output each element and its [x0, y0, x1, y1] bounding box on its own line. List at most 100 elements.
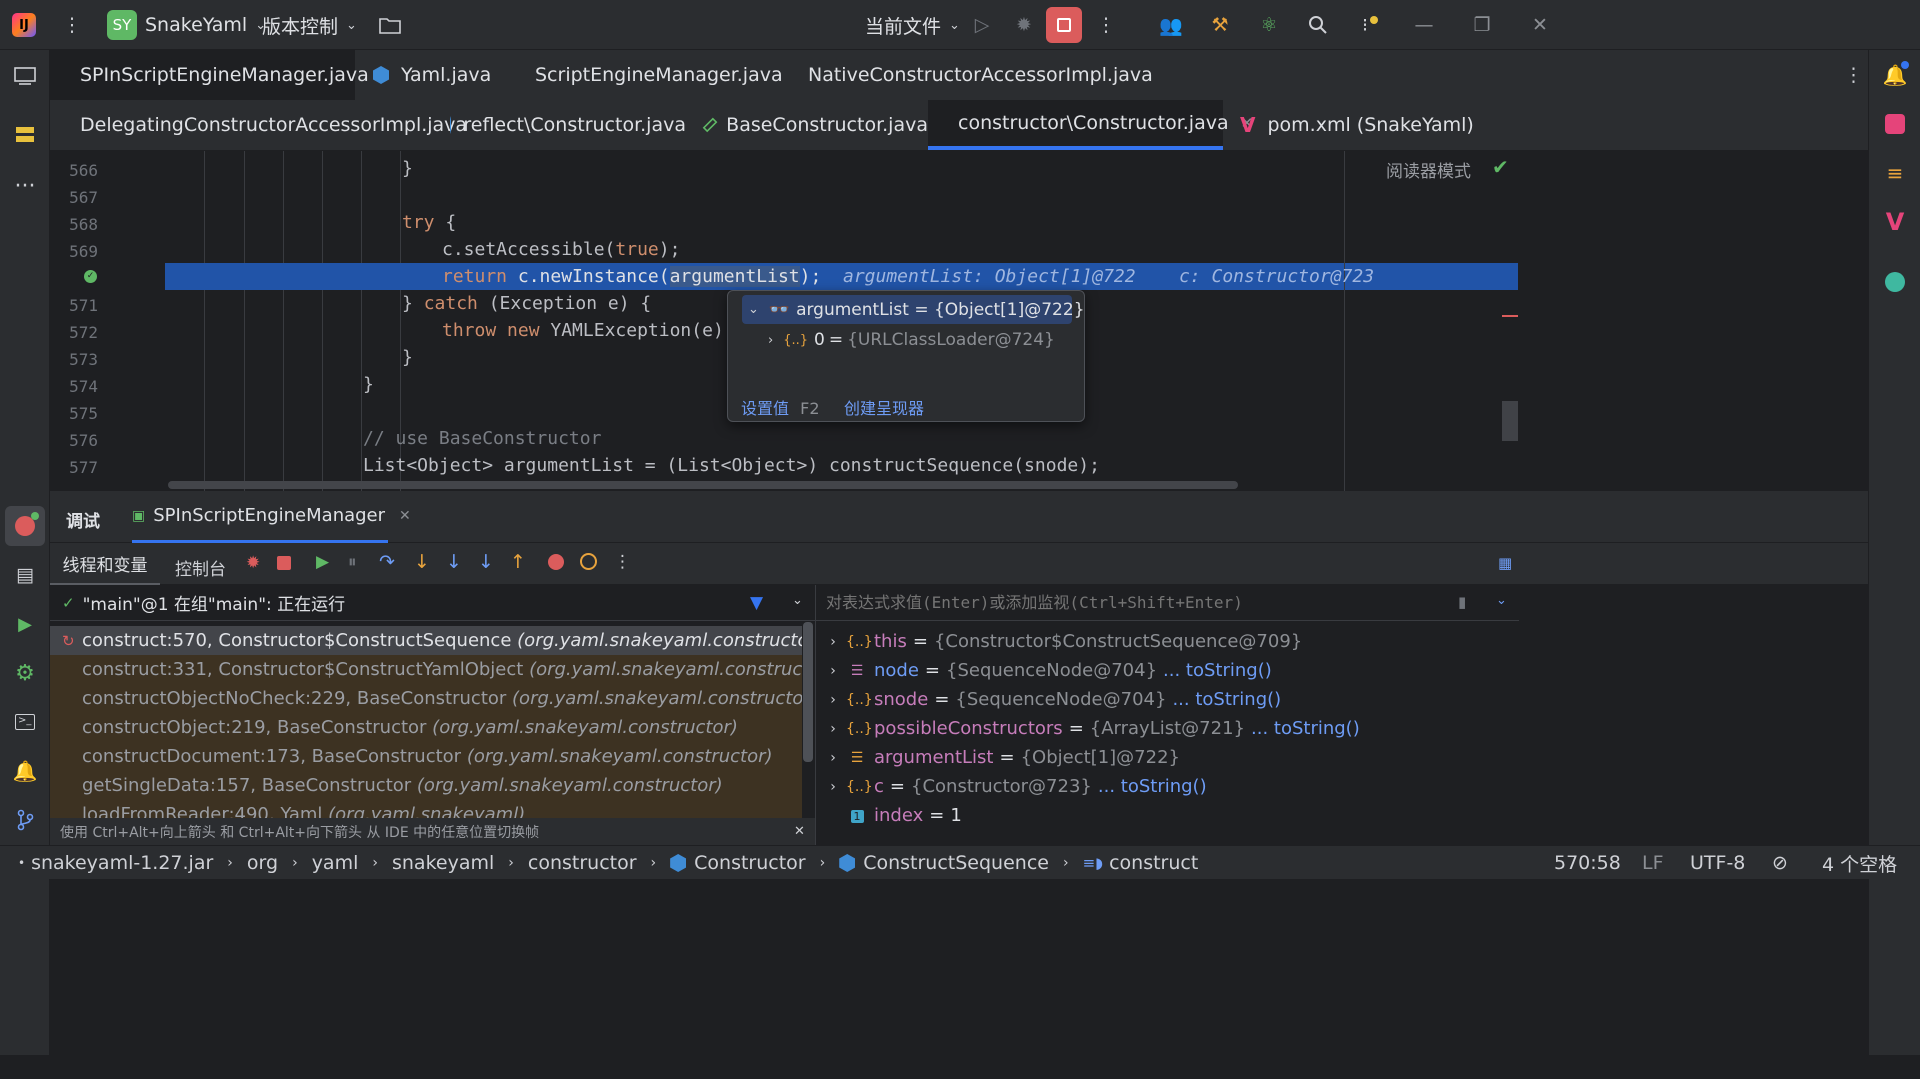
evaluate-expression-field[interactable]: ▮ ⌄ — [816, 585, 1519, 621]
chevron-right-icon[interactable]: › — [820, 779, 846, 795]
variable-row[interactable]: › ☰ argumentList = {Object[1]@722} — [820, 743, 1180, 772]
project-view-icon[interactable] — [5, 56, 45, 96]
stack-frame[interactable]: loadFromReader:490, Yaml (org.yaml.snake… — [50, 800, 802, 818]
breakpoint-hit-icon[interactable]: ✓ — [84, 270, 97, 283]
debug-icon[interactable]: ✹ — [1012, 0, 1036, 50]
tab-console[interactable]: 控制台 — [175, 555, 226, 580]
chevron-right-icon[interactable]: › — [820, 634, 846, 650]
database-icon[interactable]: ≡ — [1875, 153, 1915, 193]
inspection-ok-icon[interactable]: ✔ — [1492, 155, 1509, 179]
services-icon[interactable]: ▤ — [5, 555, 45, 595]
value-tooltip-popup[interactable]: ⌄ 👓 argumentList = {Object[1]@722} › {..… — [727, 290, 1085, 422]
readonly-toggle-icon[interactable]: ⊘ — [1772, 846, 1788, 880]
file-encoding[interactable]: UTF-8 — [1690, 846, 1745, 880]
var-tostring-link[interactable]: ... toString() — [1163, 660, 1272, 681]
tab-baseconstructor[interactable]: BaseConstructor.java — [688, 100, 928, 150]
line-separator[interactable]: LF — [1642, 846, 1664, 880]
notifications-icon[interactable]: 🔔 — [1875, 55, 1915, 95]
set-value-link[interactable]: 设置值 F2 — [741, 395, 820, 419]
bookmark-icon[interactable]: ▮ — [1458, 593, 1466, 611]
variable-row[interactable]: 1 index = 1 — [820, 801, 962, 830]
restore-icon[interactable]: ❐ — [1470, 0, 1494, 50]
tabs-more-icon[interactable]: ⋮ — [1840, 50, 1864, 100]
close-session-icon[interactable]: ✕ — [399, 508, 411, 524]
chevron-right-icon[interactable]: › — [820, 750, 846, 766]
popup-child-node[interactable]: › {..} 0 = {URLClassLoader@724} — [768, 327, 1055, 353]
folder-icon[interactable] — [377, 0, 403, 50]
main-menu-icon[interactable]: ⋮ — [60, 0, 84, 50]
scroll-thumb[interactable] — [1502, 401, 1518, 441]
debug-tool-icon[interactable] — [5, 506, 45, 546]
create-renderer-link[interactable]: 创建呈现器 — [844, 395, 924, 419]
chevron-down-icon[interactable]: ⌄ — [1496, 593, 1507, 608]
crumb-package[interactable]: constructor — [528, 852, 637, 874]
filter-icon[interactable]: ▼ — [750, 593, 763, 613]
stop-icon[interactable] — [277, 556, 291, 570]
tab-scriptenginemanager[interactable]: ScriptEngineManager.java — [505, 50, 783, 100]
tab-spinscriptenginemanager[interactable]: SPInScriptEngineManager.java — [50, 50, 369, 100]
search-icon[interactable] — [1306, 0, 1330, 50]
crumb-method[interactable]: construct — [1109, 852, 1198, 874]
variable-row[interactable]: › {..} this = {Constructor$ConstructSequence… — [820, 627, 1302, 656]
tab-pom-xml[interactable]: Vpom.xml (SnakeYaml) — [1222, 100, 1474, 150]
horizontal-scrollbar[interactable] — [168, 481, 1238, 489]
terminal-icon[interactable]: >_ — [5, 702, 45, 742]
reader-mode-toggle[interactable]: 阅读器模式 — [1386, 157, 1471, 182]
view-breakpoints-icon[interactable] — [548, 554, 564, 570]
tab-reflect-constructor[interactable]: reflect\Constructor.java — [432, 100, 686, 150]
smart-step-into-icon[interactable]: ↓ — [478, 551, 494, 573]
variable-row[interactable]: › ☰ node = {SequenceNode@704}... toString() — [820, 656, 1272, 685]
tab-debug-session[interactable]: ▣ SPInScriptEngineManager ✕ — [132, 491, 411, 543]
resume-icon[interactable]: ▶ — [316, 552, 329, 572]
close-window-icon[interactable]: ✕ — [1528, 0, 1552, 50]
layout-settings-icon[interactable]: ▦ — [1498, 554, 1512, 572]
run-tool-icon[interactable]: ▶ — [5, 604, 45, 644]
problems-icon[interactable]: 🔔 — [5, 751, 45, 791]
crumb-package[interactable]: snakeyaml — [392, 852, 494, 874]
more-debug-actions-icon[interactable]: ⋮ — [614, 552, 631, 572]
crumb-package[interactable]: org — [247, 852, 278, 874]
project-selector[interactable]: SY SnakeYaml ⌄ — [107, 0, 266, 50]
step-out-icon[interactable]: ↑ — [510, 551, 526, 573]
indent-setting[interactable]: 4 个空格 — [1822, 846, 1897, 880]
variable-row[interactable]: › {..} possibleConstructors = {ArrayList@721… — [820, 714, 1360, 743]
maven-icon[interactable]: V — [1875, 202, 1915, 242]
mute-breakpoints-icon[interactable] — [580, 553, 597, 570]
structure-icon[interactable] — [5, 115, 45, 155]
close-hint-icon[interactable]: ✕ — [794, 824, 805, 839]
run-icon[interactable]: ▷ — [970, 0, 994, 50]
variable-row[interactable]: › {..} c = {Constructor@723}... toString() — [820, 772, 1207, 801]
crumb-jar[interactable]: snakeyaml-1.27.jar — [31, 852, 213, 874]
more-tools-icon[interactable]: ··· — [5, 166, 45, 206]
settings-gear-icon[interactable]: ⚙ — [5, 653, 45, 693]
step-into-icon[interactable]: ↓ — [414, 551, 430, 573]
pane-divider[interactable] — [815, 585, 816, 847]
settings-dots-icon[interactable]: ⁝ — [1358, 0, 1382, 50]
thread-selector[interactable]: ✓ "main"@1 在组"main": 正在运行 ▼ ⌄ — [50, 585, 815, 621]
var-tostring-link[interactable]: ... toString() — [1098, 776, 1207, 797]
step-over-icon[interactable]: ↷ — [379, 551, 395, 573]
ai-assistant-icon[interactable]: ⚛ — [1256, 0, 1282, 50]
stack-frame[interactable]: getSingleData:157, BaseConstructor (org.… — [50, 771, 802, 800]
copilot-icon[interactable] — [1875, 262, 1915, 302]
run-config-selector[interactable]: 当前文件 ⌄ — [865, 0, 960, 50]
tab-yaml[interactable]: Yaml.java — [355, 50, 503, 100]
var-tostring-link[interactable]: ... toString() — [1251, 718, 1360, 739]
stack-frame[interactable]: construct:331, Constructor$ConstructYaml… — [50, 655, 802, 684]
var-tostring-link[interactable]: ... toString() — [1172, 689, 1281, 710]
git-icon[interactable] — [5, 800, 45, 840]
vcs-menu[interactable]: 版本控制 ⌄ — [262, 0, 357, 50]
frames-list[interactable]: ↻ construct:570, Constructor$ConstructSeq… — [50, 622, 815, 818]
more-actions-icon[interactable]: ⋮ — [1096, 0, 1116, 50]
crumb-package[interactable]: yaml — [312, 852, 359, 874]
bug-icon[interactable]: ✹ — [246, 553, 260, 573]
build-tools-icon[interactable]: ⚒ — [1207, 0, 1233, 50]
crumb-inner-class[interactable]: ConstructSequence — [863, 852, 1049, 874]
stack-frame[interactable]: ↻ construct:570, Constructor$ConstructSeq… — [50, 626, 802, 655]
frames-scrollbar[interactable] — [803, 622, 813, 762]
tab-constructor-constructor[interactable]: constructor\Constructor.java ✕ — [928, 100, 1253, 150]
caret-position[interactable]: 570:58 — [1554, 846, 1621, 880]
crumb-class[interactable]: Constructor — [694, 852, 805, 874]
chevron-down-icon[interactable]: ⌄ — [792, 593, 803, 608]
tab-threads-variables[interactable]: 线程和变量 — [50, 543, 160, 585]
